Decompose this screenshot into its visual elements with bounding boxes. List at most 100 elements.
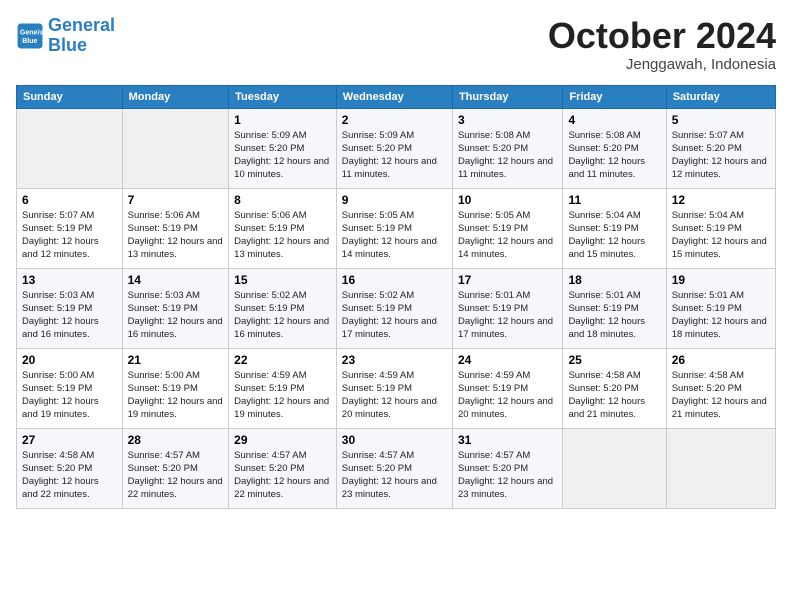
month-title: October 2024: [548, 16, 776, 56]
day-detail: Sunrise: 4:59 AMSunset: 5:19 PMDaylight:…: [458, 369, 557, 422]
title-block: October 2024 Jenggawah, Indonesia: [548, 16, 776, 73]
day-detail: Sunrise: 5:04 AMSunset: 5:19 PMDaylight:…: [672, 209, 770, 262]
day-detail: Sunrise: 5:01 AMSunset: 5:19 PMDaylight:…: [458, 289, 557, 342]
logo: General Blue General Blue: [16, 16, 115, 56]
day-detail: Sunrise: 4:58 AMSunset: 5:20 PMDaylight:…: [568, 369, 660, 422]
calendar-week-row: 20 Sunrise: 5:00 AMSunset: 5:19 PMDayligh…: [17, 348, 776, 428]
day-detail: Sunrise: 5:05 AMSunset: 5:19 PMDaylight:…: [342, 209, 447, 262]
calendar-cell: 2Sunrise: 5:09 AMSunset: 5:20 PMDaylight…: [336, 108, 452, 188]
day-detail: Sunrise: 5:06 AMSunset: 5:19 PMDaylight:…: [128, 209, 224, 262]
calendar-cell: 1 Sunrise: 5:09 AMSunset: 5:20 PMDaylight…: [229, 108, 337, 188]
calendar-cell: 13Sunrise: 5:03 AMSunset: 5:19 PMDayligh…: [17, 268, 123, 348]
day-number: 25: [568, 353, 660, 367]
day-detail: Sunrise: 5:06 AMSunset: 5:19 PMDaylight:…: [234, 209, 331, 262]
day-number: 15: [234, 273, 331, 287]
calendar-cell: [122, 108, 229, 188]
weekday-header: Saturday: [666, 85, 775, 108]
day-number: 9: [342, 193, 447, 207]
day-detail: Sunrise: 5:01 AMSunset: 5:19 PMDaylight:…: [568, 289, 660, 342]
day-detail: Sunrise: 5:08 AMSunset: 5:20 PMDaylight:…: [458, 129, 557, 182]
calendar-cell: 9 Sunrise: 5:05 AMSunset: 5:19 PMDaylight…: [336, 188, 452, 268]
day-number: 4: [568, 113, 660, 127]
day-number: 5: [672, 113, 770, 127]
day-detail: Sunrise: 5:07 AMSunset: 5:20 PMDaylight:…: [672, 129, 770, 182]
calendar-cell: 8Sunrise: 5:06 AMSunset: 5:19 PMDaylight…: [229, 188, 337, 268]
logo-icon: General Blue: [16, 22, 44, 50]
day-detail: Sunrise: 5:07 AMSunset: 5:19 PMDaylight:…: [22, 209, 117, 262]
day-number: 26: [672, 353, 770, 367]
calendar-cell: 21 Sunrise: 5:00 AMSunset: 5:19 PMDayligh…: [122, 348, 229, 428]
calendar-week-row: 13Sunrise: 5:03 AMSunset: 5:19 PMDayligh…: [17, 268, 776, 348]
day-detail: Sunrise: 5:09 AMSunset: 5:20 PMDaylight:…: [234, 129, 331, 182]
calendar-cell: 27Sunrise: 4:58 AMSunset: 5:20 PMDayligh…: [17, 428, 123, 508]
calendar-cell: 6 Sunrise: 5:07 AMSunset: 5:19 PMDaylight…: [17, 188, 123, 268]
calendar-cell: [666, 428, 775, 508]
day-detail: Sunrise: 5:02 AMSunset: 5:19 PMDaylight:…: [234, 289, 331, 342]
day-detail: Sunrise: 4:57 AMSunset: 5:20 PMDaylight:…: [128, 449, 224, 502]
day-detail: Sunrise: 4:57 AMSunset: 5:20 PMDaylight:…: [458, 449, 557, 502]
day-number: 31: [458, 433, 557, 447]
day-number: 28: [128, 433, 224, 447]
day-number: 6: [22, 193, 117, 207]
day-number: 14: [128, 273, 224, 287]
calendar-cell: 7 Sunrise: 5:06 AMSunset: 5:19 PMDaylight…: [122, 188, 229, 268]
calendar-cell: 29Sunrise: 4:57 AMSunset: 5:20 PMDayligh…: [229, 428, 337, 508]
day-number: 16: [342, 273, 447, 287]
day-number: 12: [672, 193, 770, 207]
day-number: 10: [458, 193, 557, 207]
day-number: 1: [234, 113, 331, 127]
day-number: 17: [458, 273, 557, 287]
calendar-cell: 12 Sunrise: 5:04 AMSunset: 5:19 PMDayligh…: [666, 188, 775, 268]
day-detail: Sunrise: 5:03 AMSunset: 5:19 PMDaylight:…: [22, 289, 117, 342]
calendar-cell: 10 Sunrise: 5:05 AMSunset: 5:19 PMDayligh…: [452, 188, 562, 268]
weekday-header: Thursday: [452, 85, 562, 108]
calendar-cell: 25 Sunrise: 4:58 AMSunset: 5:20 PMDayligh…: [563, 348, 666, 428]
calendar-header-row: SundayMondayTuesdayWednesdayThursdayFrid…: [17, 85, 776, 108]
day-number: 29: [234, 433, 331, 447]
calendar-cell: 19 Sunrise: 5:01 AMSunset: 5:19 PMDayligh…: [666, 268, 775, 348]
day-detail: Sunrise: 5:00 AMSunset: 5:19 PMDaylight:…: [128, 369, 224, 422]
page-header: General Blue General Blue October 2024 J…: [16, 16, 776, 73]
day-number: 7: [128, 193, 224, 207]
day-detail: Sunrise: 5:01 AMSunset: 5:19 PMDaylight:…: [672, 289, 770, 342]
day-number: 11: [568, 193, 660, 207]
calendar-cell: 17 Sunrise: 5:01 AMSunset: 5:19 PMDayligh…: [452, 268, 562, 348]
calendar-cell: 26 Sunrise: 4:58 AMSunset: 5:20 PMDayligh…: [666, 348, 775, 428]
weekday-header: Wednesday: [336, 85, 452, 108]
calendar-cell: 3Sunrise: 5:08 AMSunset: 5:20 PMDaylight…: [452, 108, 562, 188]
weekday-header: Tuesday: [229, 85, 337, 108]
day-number: 23: [342, 353, 447, 367]
calendar-week-row: 1 Sunrise: 5:09 AMSunset: 5:20 PMDaylight…: [17, 108, 776, 188]
weekday-header: Sunday: [17, 85, 123, 108]
calendar-week-row: 6 Sunrise: 5:07 AMSunset: 5:19 PMDaylight…: [17, 188, 776, 268]
calendar-cell: 31 Sunrise: 4:57 AMSunset: 5:20 PMDayligh…: [452, 428, 562, 508]
day-detail: Sunrise: 5:04 AMSunset: 5:19 PMDaylight:…: [568, 209, 660, 262]
day-detail: Sunrise: 5:05 AMSunset: 5:19 PMDaylight:…: [458, 209, 557, 262]
day-detail: Sunrise: 4:59 AMSunset: 5:19 PMDaylight:…: [234, 369, 331, 422]
calendar-week-row: 27Sunrise: 4:58 AMSunset: 5:20 PMDayligh…: [17, 428, 776, 508]
svg-text:Blue: Blue: [22, 38, 37, 45]
svg-text:General: General: [20, 29, 44, 36]
calendar-cell: 28 Sunrise: 4:57 AMSunset: 5:20 PMDayligh…: [122, 428, 229, 508]
day-number: 27: [22, 433, 117, 447]
day-detail: Sunrise: 5:08 AMSunset: 5:20 PMDaylight:…: [568, 129, 660, 182]
day-detail: Sunrise: 4:58 AMSunset: 5:20 PMDaylight:…: [672, 369, 770, 422]
day-number: 19: [672, 273, 770, 287]
day-detail: Sunrise: 5:09 AMSunset: 5:20 PMDaylight:…: [342, 129, 447, 182]
location-subtitle: Jenggawah, Indonesia: [548, 56, 776, 73]
weekday-header: Monday: [122, 85, 229, 108]
calendar-cell: 24Sunrise: 4:59 AMSunset: 5:19 PMDayligh…: [452, 348, 562, 428]
calendar-cell: 23Sunrise: 4:59 AMSunset: 5:19 PMDayligh…: [336, 348, 452, 428]
calendar-cell: 18 Sunrise: 5:01 AMSunset: 5:19 PMDayligh…: [563, 268, 666, 348]
calendar-cell: 20Sunrise: 5:00 AMSunset: 5:19 PMDayligh…: [17, 348, 123, 428]
day-number: 18: [568, 273, 660, 287]
weekday-header: Friday: [563, 85, 666, 108]
day-number: 30: [342, 433, 447, 447]
day-detail: Sunrise: 5:03 AMSunset: 5:19 PMDaylight:…: [128, 289, 224, 342]
day-number: 21: [128, 353, 224, 367]
day-number: 20: [22, 353, 117, 367]
calendar-cell: 4 Sunrise: 5:08 AMSunset: 5:20 PMDaylight…: [563, 108, 666, 188]
calendar-cell: [17, 108, 123, 188]
calendar-cell: 5 Sunrise: 5:07 AMSunset: 5:20 PMDaylight…: [666, 108, 775, 188]
calendar-cell: 22Sunrise: 4:59 AMSunset: 5:19 PMDayligh…: [229, 348, 337, 428]
